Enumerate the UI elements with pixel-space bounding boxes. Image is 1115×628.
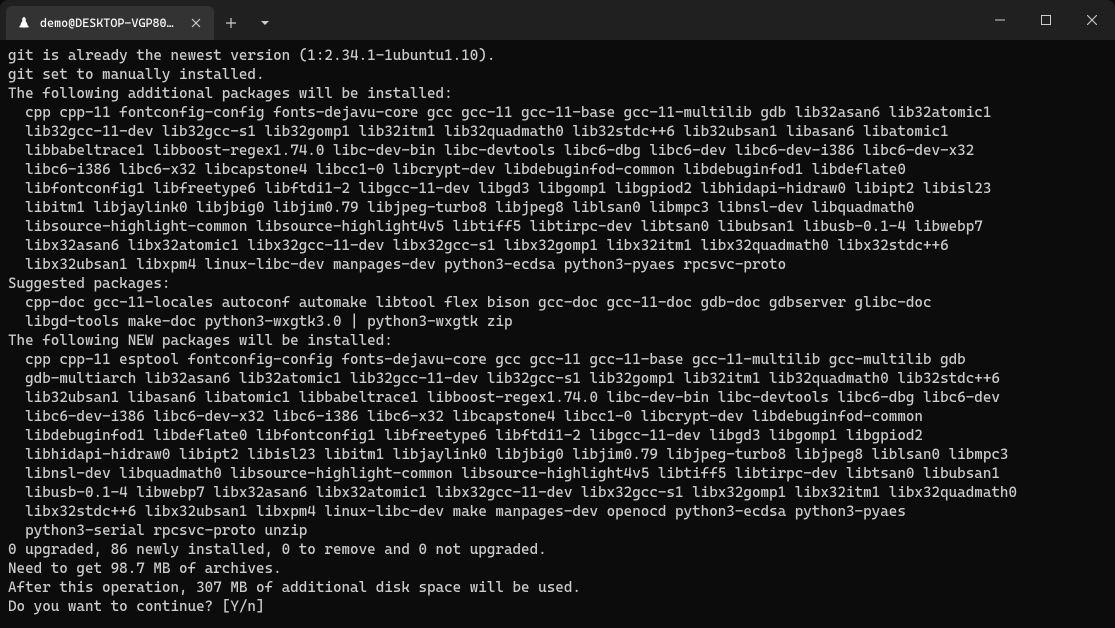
terminal-window: demo@DESKTOP-VGP80Q7: ~ [0,0,1115,628]
tab-title: demo@DESKTOP-VGP80Q7: ~ [40,16,180,30]
titlebar[interactable]: demo@DESKTOP-VGP80Q7: ~ [0,0,1115,40]
minimize-button[interactable] [977,0,1023,40]
tab-close-button[interactable] [188,15,204,31]
maximize-button[interactable] [1023,0,1069,40]
tab-active[interactable]: demo@DESKTOP-VGP80Q7: ~ [6,6,214,40]
window-controls [977,0,1115,40]
close-button[interactable] [1069,0,1115,40]
tabs-area: demo@DESKTOP-VGP80Q7: ~ [0,0,282,40]
titlebar-drag-area[interactable] [282,0,977,40]
terminal-output[interactable]: git is already the newest version (1:2.3… [0,40,1115,628]
tux-icon [16,15,32,31]
new-tab-button[interactable] [214,6,248,40]
tab-dropdown-button[interactable] [248,6,282,40]
